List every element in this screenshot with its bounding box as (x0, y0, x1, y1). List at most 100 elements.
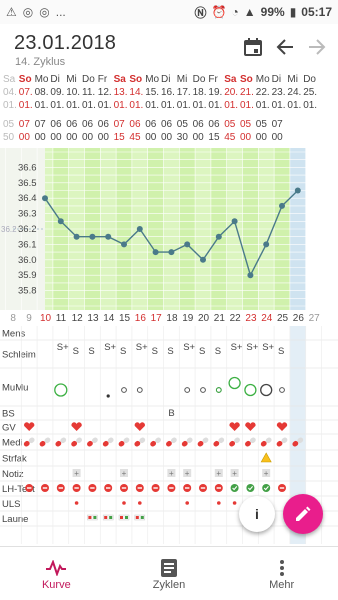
day-hour: 06 (161, 119, 173, 130)
day-date: 14. (129, 87, 144, 98)
wifi-icon: ◔ (231, 5, 239, 19)
schleim-mark: S+ (136, 342, 148, 353)
y-tick-label: 36.6 (18, 162, 37, 173)
uls-dot (232, 501, 237, 505)
temperature-point (231, 218, 238, 225)
day-weekday: Mi (287, 74, 298, 85)
heart-icon (229, 422, 240, 431)
minus-mark (200, 487, 206, 489)
day-weekday: Sa (113, 74, 126, 85)
clock: 05:17 (301, 5, 332, 19)
day-weekday: Fr (97, 74, 108, 85)
mood-mark (140, 516, 144, 519)
uls-dot (122, 501, 126, 505)
day-weekday: Di (50, 74, 60, 85)
mumu-circle (200, 387, 206, 393)
day-month: 01. (34, 100, 49, 111)
pill-icon (134, 437, 146, 447)
pill-icon (102, 437, 114, 447)
mumu-circle (54, 383, 68, 397)
schleim-mark: S+ (231, 342, 243, 353)
day-minute: 00 (97, 132, 109, 143)
chart-icon (46, 559, 67, 576)
notification-dots: ... (55, 5, 66, 19)
x-tick-label: 22 (230, 313, 242, 324)
day-month: 01. (82, 100, 96, 111)
y-tick-label: 36.5 (18, 178, 37, 189)
pill-icon (150, 437, 161, 447)
row-label: Medi (2, 438, 23, 449)
next-button[interactable] (306, 36, 328, 58)
day-header: Sa 04. 01. 05 50 So 07. 01. 07 00 Mo 08. 01. 07 00 Di 09… (0, 74, 338, 146)
schleim-mark: S (73, 346, 79, 357)
nav-mehr[interactable]: Mehr (225, 547, 338, 600)
day-minute: 00 (66, 132, 78, 143)
x-tick-label: 7 (0, 313, 1, 324)
row-label: Mens (2, 329, 25, 340)
mumu-circle (184, 387, 191, 393)
warning-icon (260, 452, 272, 463)
day-date: 04. (3, 87, 17, 98)
mumu-dot (106, 394, 110, 398)
temperature-point (263, 241, 270, 248)
day-minute: 15 (113, 132, 125, 143)
heart-icon (276, 422, 288, 431)
schleim-mark: S+ (262, 342, 274, 353)
day-weekday: Do (192, 74, 206, 85)
y-tick-label: 36.4 (18, 193, 37, 204)
calendar-button[interactable] (242, 36, 264, 58)
mood-mark (135, 516, 139, 519)
app-header: 23.01.2018 14. Zyklus (0, 24, 338, 72)
y-tick-label: 36.3 (18, 209, 37, 220)
day-date: 23. (271, 87, 286, 98)
mood-mark (104, 516, 108, 519)
temperature-point (42, 195, 48, 202)
x-tick-label: 11 (56, 313, 67, 324)
minus-mark (42, 487, 48, 489)
temperature-point (200, 256, 206, 263)
pill-icon (55, 437, 67, 447)
temperature-chart: 36.6 36.5 36.4 36.3 36.2 36.1 36.0 35.9 35.8 36.2… (0, 148, 338, 324)
x-tick-label: 15 (119, 313, 131, 324)
nav-kurve[interactable]: Kurve (0, 547, 113, 600)
info-button[interactable]: i (239, 496, 275, 532)
day-hour: 07 (18, 119, 30, 130)
day-hour: 06 (192, 119, 204, 130)
mumu-circle (279, 387, 285, 393)
row-label: Strfak (2, 454, 27, 465)
temperature-point (121, 241, 127, 248)
broadcast-icon: ◎ (22, 5, 34, 19)
mood-mark (88, 516, 92, 519)
x-tick-label: 13 (87, 313, 99, 324)
mood-mark (109, 516, 113, 519)
pill-icon (23, 437, 35, 447)
y-tick-label: 35.9 (18, 270, 37, 281)
nav-zyklen-label: Zyklen (152, 578, 186, 591)
day-weekday: Di (271, 74, 282, 85)
x-tick-label: 17 (151, 313, 163, 324)
nav-zyklen[interactable]: Zyklen (113, 547, 226, 600)
pill-icon (39, 437, 51, 447)
day-minute: 45 (129, 132, 141, 143)
day-minute: 00 (18, 132, 30, 143)
minus-mark (137, 487, 142, 489)
minus-mark (169, 487, 174, 489)
heart-icon (24, 422, 35, 431)
day-weekday: Sa (3, 74, 16, 85)
x-tick-label: 8 (10, 313, 16, 324)
day-weekday: Sa (224, 74, 237, 85)
day-date: 13. (113, 87, 128, 98)
day-month: 01. (192, 100, 207, 111)
temperature-point (73, 233, 80, 240)
previous-button[interactable] (274, 36, 296, 58)
day-minute: 15 (208, 132, 220, 143)
day-month: 01. (240, 100, 254, 111)
mumu-circle (121, 387, 127, 393)
edit-fab[interactable] (283, 494, 323, 534)
day-hour: 06 (208, 119, 220, 130)
schleim-mark: S (199, 346, 205, 357)
day-date: 21. (240, 87, 254, 98)
day-month: 01. (224, 100, 239, 111)
schleim-mark: S (167, 346, 173, 357)
minus-mark (27, 487, 32, 489)
